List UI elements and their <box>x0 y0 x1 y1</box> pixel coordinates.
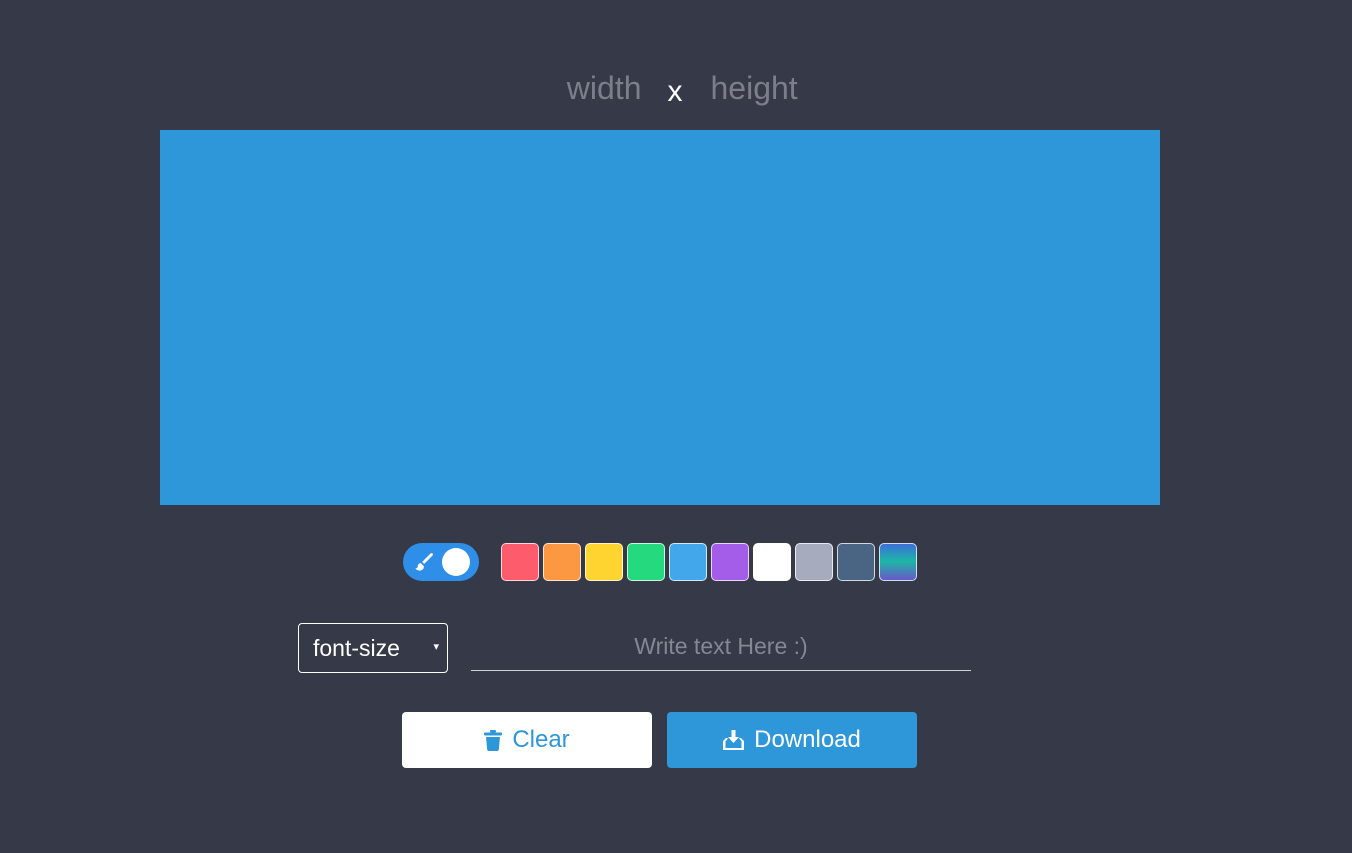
font-size-select-label: font-size <box>313 635 400 661</box>
font-size-select[interactable]: font-size ▾ <box>298 623 448 673</box>
dimension-controls: x <box>0 70 1352 108</box>
color-swatch-green[interactable] <box>627 543 665 581</box>
text-input[interactable] <box>471 623 971 671</box>
width-input[interactable] <box>541 70 642 107</box>
toggle-knob <box>442 548 470 576</box>
download-button-label: Download <box>754 726 861 753</box>
color-swatch-red[interactable] <box>501 543 539 581</box>
download-button[interactable]: Download <box>667 712 917 768</box>
drawing-canvas[interactable] <box>160 130 1160 505</box>
color-swatch-white[interactable] <box>753 543 791 581</box>
color-swatch-purple[interactable] <box>711 543 749 581</box>
trash-icon <box>484 729 503 751</box>
action-buttons: Clear Download <box>402 712 917 768</box>
dimension-separator: x <box>667 74 683 108</box>
clear-button-label: Clear <box>512 726 570 753</box>
download-icon <box>723 730 745 750</box>
color-toolbar <box>403 543 921 581</box>
clear-button[interactable]: Clear <box>402 712 652 768</box>
color-swatch-gradient[interactable] <box>879 543 917 581</box>
color-swatch-yellow[interactable] <box>585 543 623 581</box>
paintbrush-icon <box>415 553 433 571</box>
height-input[interactable] <box>710 70 811 107</box>
text-controls: font-size ▾ <box>298 623 971 673</box>
color-swatch-sky-blue[interactable] <box>669 543 707 581</box>
dropdown-arrow-icon: ▾ <box>433 641 439 653</box>
paint-mode-toggle[interactable] <box>403 543 479 581</box>
color-swatch-orange[interactable] <box>543 543 581 581</box>
color-swatch-slate[interactable] <box>837 543 875 581</box>
color-swatch-gray[interactable] <box>795 543 833 581</box>
color-palette <box>501 543 921 581</box>
